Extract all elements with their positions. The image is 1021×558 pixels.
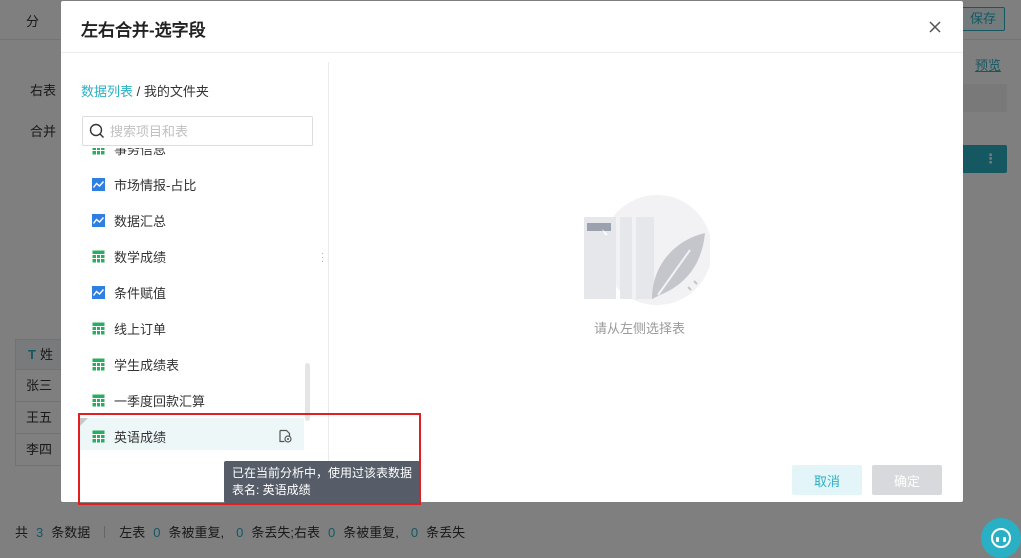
list-item[interactable]: 数据汇总 bbox=[78, 202, 304, 238]
search-box bbox=[82, 116, 313, 146]
list-item-label: 事务信息 bbox=[114, 148, 167, 157]
breadcrumb: 数据列表 / 我的文件夹 bbox=[81, 81, 209, 100]
table-icon bbox=[92, 394, 105, 406]
highlight-annotation-box bbox=[78, 413, 421, 505]
pane-resize-handle[interactable]: · · · bbox=[321, 249, 324, 267]
empty-state-text: 请从左侧选择表 bbox=[594, 321, 686, 336]
search-icon bbox=[89, 123, 104, 138]
breadcrumb-separator: / bbox=[133, 84, 144, 99]
analysis-icon bbox=[92, 177, 105, 191]
list-item[interactable]: 事务信息 bbox=[78, 148, 304, 166]
confirm-button[interactable]: 确定 bbox=[872, 465, 942, 495]
close-icon bbox=[929, 21, 941, 33]
empty-state-illustration bbox=[580, 195, 712, 313]
table-icon bbox=[92, 250, 105, 262]
empty-table-illustration bbox=[584, 195, 712, 305]
cancel-button[interactable]: 取消 bbox=[792, 465, 862, 495]
list-item-label: 数学成绩 bbox=[114, 249, 167, 265]
table-icon bbox=[92, 148, 105, 154]
list-item-label: 数据汇总 bbox=[114, 213, 167, 229]
search-input[interactable] bbox=[110, 121, 305, 141]
breadcrumb-root-link[interactable]: 数据列表 bbox=[81, 84, 133, 99]
analysis-icon bbox=[92, 213, 105, 227]
help-chat-button[interactable] bbox=[981, 518, 1021, 558]
list-item[interactable]: 线上订单 bbox=[78, 310, 304, 346]
list-item-label: 一季度回款汇算 bbox=[114, 393, 206, 409]
dialog-header: 左右合并-选字段 bbox=[61, 1, 963, 53]
dialog-title: 左右合并-选字段 bbox=[81, 21, 206, 40]
breadcrumb-current: 我的文件夹 bbox=[143, 84, 209, 99]
list-item-label: 线上订单 bbox=[114, 321, 167, 337]
list-item[interactable]: 市场情报-占比 bbox=[78, 166, 304, 202]
list-item-label: 条件赋值 bbox=[114, 285, 167, 301]
list-item[interactable]: 学生成绩表 bbox=[78, 346, 304, 382]
table-icon bbox=[92, 358, 105, 370]
table-icon bbox=[92, 322, 105, 334]
list-item-label: 市场情报-占比 bbox=[114, 177, 197, 193]
table-list: 事务信息 市场情报-占比 数据汇总 数学成绩 条件赋值 线上订单 学生成绩表 一… bbox=[78, 148, 304, 450]
list-item[interactable]: 条件赋值 bbox=[78, 274, 304, 310]
close-button[interactable] bbox=[925, 17, 945, 37]
analysis-icon bbox=[92, 285, 105, 299]
list-item-label: 学生成绩表 bbox=[114, 357, 180, 373]
list-item[interactable]: 数学成绩 bbox=[78, 238, 304, 274]
chat-headset-icon bbox=[991, 528, 1011, 548]
